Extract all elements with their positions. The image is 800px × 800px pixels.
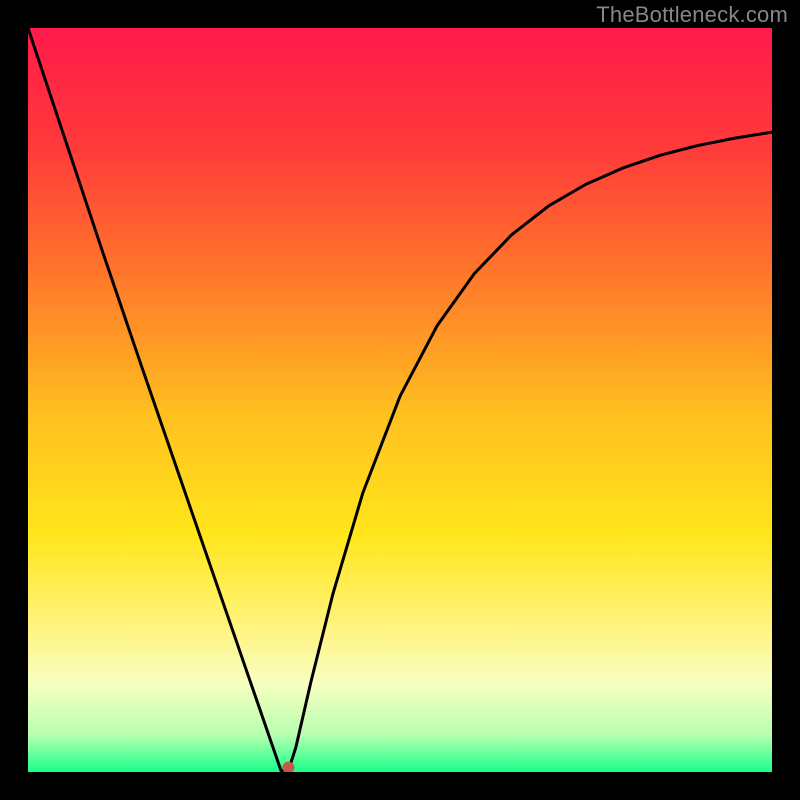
chart-svg (28, 28, 772, 772)
chart-frame: TheBottleneck.com (0, 0, 800, 800)
watermark-text: TheBottleneck.com (596, 2, 788, 28)
chart-plot-area (28, 28, 772, 772)
